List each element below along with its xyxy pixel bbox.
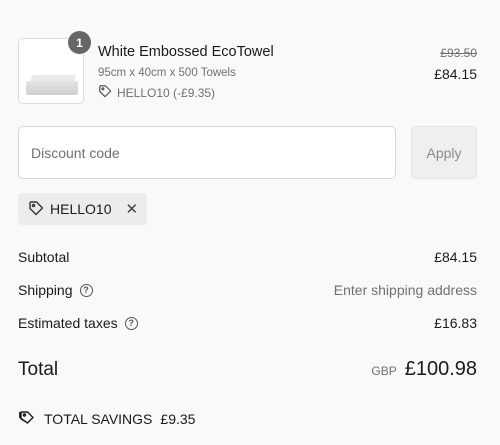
towel-image xyxy=(26,81,78,95)
close-icon[interactable]: ✕ xyxy=(125,202,138,217)
shipping-label: Shipping xyxy=(18,282,73,298)
total-row: Total GBP £100.98 xyxy=(18,358,477,381)
taxes-value: £16.83 xyxy=(434,315,477,331)
total-label: Total xyxy=(18,359,59,380)
total-savings: TOTAL SAVINGS £9.35 xyxy=(18,409,195,428)
applied-code-label: HELLO10 xyxy=(50,201,112,217)
help-circle-icon[interactable]: ? xyxy=(79,283,93,297)
currency-code: GBP xyxy=(371,364,397,378)
savings-tag-icon xyxy=(18,409,36,428)
subtotal-row: Subtotal £84.15 xyxy=(18,249,477,265)
tag-icon xyxy=(28,200,44,219)
savings-value: £9.35 xyxy=(160,410,196,427)
total-value: £100.98 xyxy=(404,358,477,380)
help-circle-icon[interactable]: ? xyxy=(124,316,138,330)
apply-button[interactable]: Apply xyxy=(411,126,477,179)
taxes-label: Estimated taxes xyxy=(18,315,118,331)
line-item: 1 White Embossed EcoTowel 95cm x 40cm x … xyxy=(18,31,477,104)
shipping-row: Shipping ? Enter shipping address xyxy=(18,282,477,298)
discount-code-input[interactable] xyxy=(18,126,396,179)
taxes-row: Estimated taxes ? £16.83 xyxy=(18,315,477,331)
current-price: £84.15 xyxy=(434,66,477,82)
quantity-badge: 1 xyxy=(68,31,91,54)
item-discount: HELLO10 (-£9.35) xyxy=(98,84,215,101)
product-name: White Embossed EcoTowel xyxy=(98,44,274,60)
subtotal-label: Subtotal xyxy=(18,249,70,265)
item-discount-text: HELLO10 (-£9.35) xyxy=(117,85,216,100)
savings-label: TOTAL SAVINGS xyxy=(44,410,153,427)
subtotal-value: £84.15 xyxy=(434,249,477,265)
applied-discount-chip: HELLO10 ✕ xyxy=(18,193,147,225)
product-variant: 95cm x 40cm x 500 Towels xyxy=(98,67,236,79)
original-price: £93.50 xyxy=(440,46,477,60)
shipping-value: Enter shipping address xyxy=(333,282,477,298)
tag-icon xyxy=(98,84,112,101)
